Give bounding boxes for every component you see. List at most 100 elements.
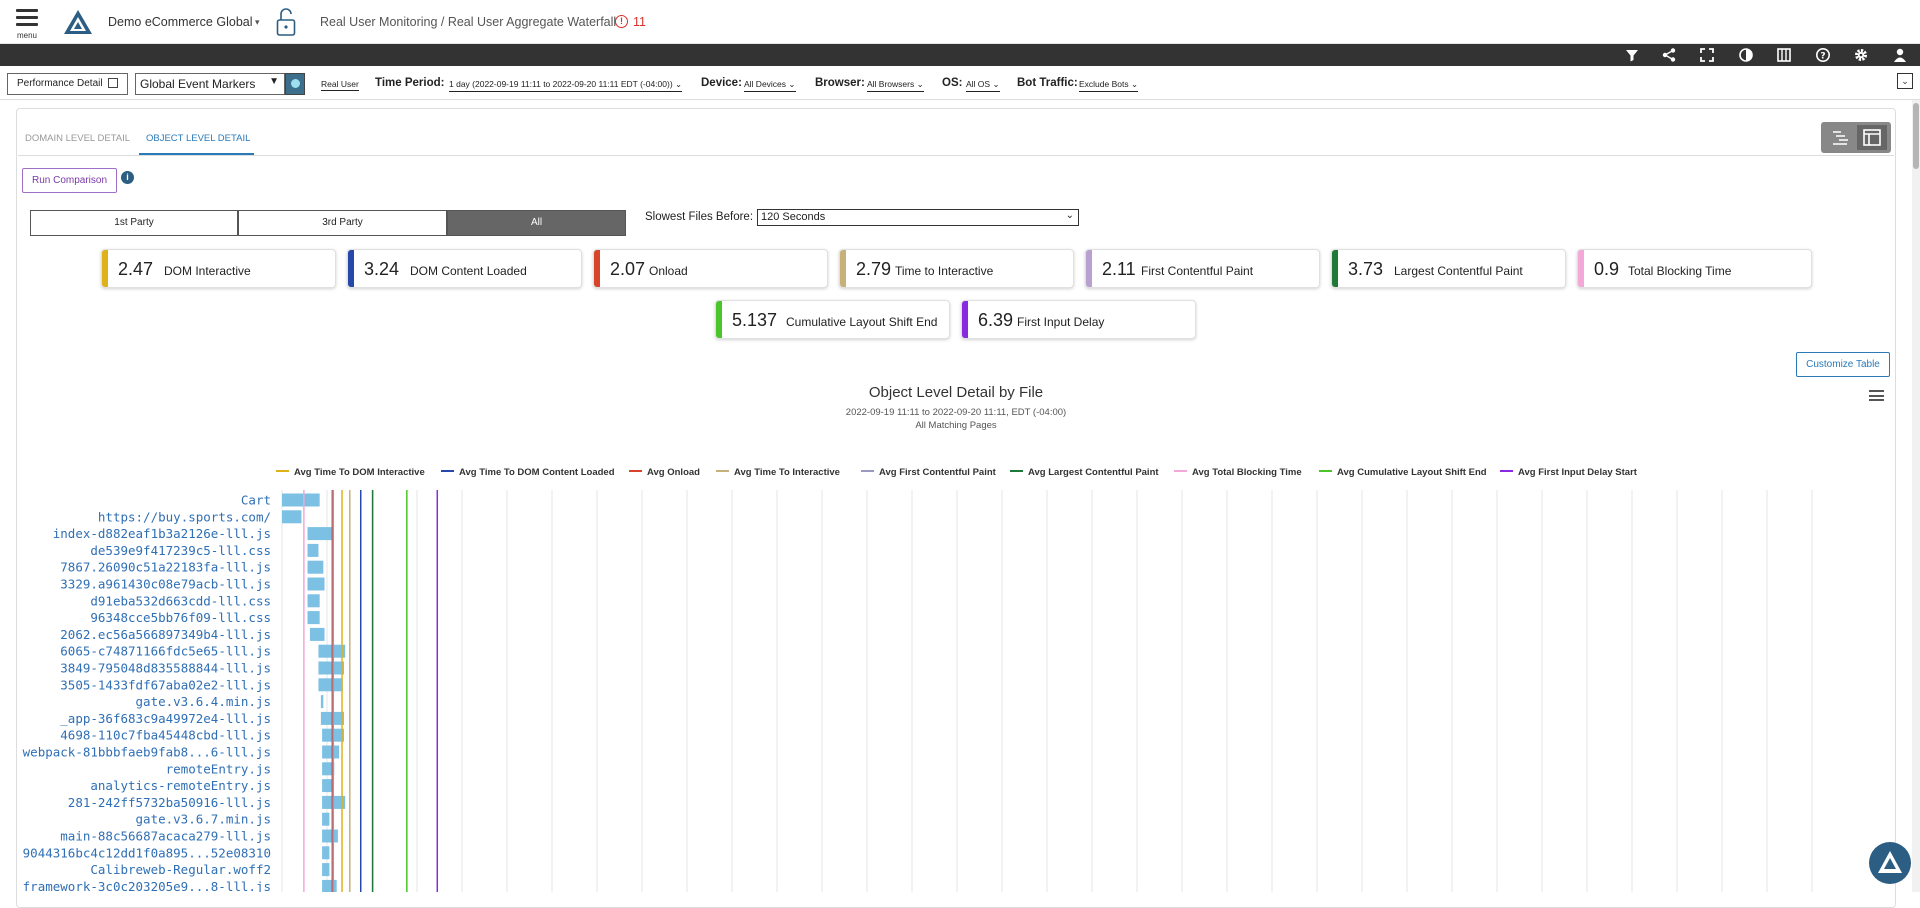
legend-label: Avg Cumulative Layout Shift End — [1337, 467, 1487, 478]
metric-card: 6.39 First Input Delay — [961, 300, 1196, 339]
collapse-filters-button[interactable]: ⌄ — [1897, 73, 1913, 89]
file-label[interactable]: framework-3c0c203205e9...8-lll.js — [23, 879, 271, 892]
file-label[interactable]: 281-242ff5732ba50916-lll.js — [68, 795, 271, 810]
file-bar[interactable] — [322, 745, 340, 759]
legend-swatch — [1500, 470, 1513, 473]
unlock-icon[interactable] — [276, 7, 296, 37]
first-party-button[interactable]: 1st Party — [30, 210, 238, 236]
file-bar[interactable] — [307, 577, 325, 591]
info-icon[interactable]: i — [121, 171, 134, 184]
help-icon[interactable]: ? — [1815, 47, 1831, 63]
file-label[interactable]: 9044316bc4c12dd1f0a895...52e08310 — [23, 845, 271, 860]
logo-icon — [64, 10, 92, 34]
file-bar[interactable] — [318, 661, 344, 675]
source-selector[interactable]: Real User — [321, 79, 359, 91]
map-pin-button[interactable] — [285, 73, 305, 95]
file-bar[interactable] — [322, 829, 338, 843]
help-chat-button[interactable] — [1869, 842, 1911, 884]
file-label[interactable]: 96348cce5bb76f09-lll.css — [90, 610, 271, 625]
run-comparison-button[interactable]: Run Comparison — [22, 168, 117, 193]
file-bar[interactable] — [318, 678, 343, 692]
os-label: OS: — [942, 77, 963, 89]
file-bar[interactable] — [307, 543, 319, 557]
file-bar[interactable] — [307, 611, 320, 625]
file-label[interactable]: remoteEntry.js — [166, 761, 271, 776]
scrollbar-thumb[interactable] — [1913, 103, 1919, 169]
tab-domain-level-detail[interactable]: DOMAIN LEVEL DETAIL — [25, 133, 130, 144]
file-label[interactable]: 6065-c74871166fdc5e65-lll.js — [60, 644, 271, 659]
page-scrollbar[interactable] — [1912, 100, 1920, 892]
file-label[interactable]: Cart — [241, 493, 271, 508]
file-label[interactable]: _app-36f683c9a49972e4-lll.js — [60, 711, 271, 726]
file-bar[interactable] — [309, 627, 325, 641]
slowest-files-select[interactable]: 120 Seconds ⌄ — [757, 209, 1079, 226]
share-icon[interactable] — [1661, 47, 1677, 63]
legend-item[interactable]: Avg Total Blocking Time — [1174, 467, 1302, 478]
file-bar[interactable] — [307, 594, 320, 608]
file-label[interactable]: gate.v3.6.4.min.js — [136, 694, 271, 709]
alert-icon[interactable]: ! — [615, 15, 628, 28]
all-party-button[interactable]: All — [447, 210, 626, 236]
waterfall-view-button[interactable] — [1825, 125, 1855, 150]
columns-icon[interactable] — [1776, 47, 1792, 63]
file-bar[interactable] — [322, 863, 330, 877]
file-label[interactable]: 7867.26090c51a22183fa-lll.js — [60, 560, 271, 575]
file-bar[interactable] — [322, 846, 330, 860]
file-bar[interactable] — [320, 695, 324, 709]
file-label[interactable]: gate.v3.6.7.min.js — [136, 812, 271, 827]
file-label[interactable]: d91eba532d663cdd-lll.css — [90, 593, 271, 608]
menu-button[interactable]: menu — [14, 6, 40, 40]
performance-detail-button[interactable]: Performance Detail — [7, 73, 128, 95]
file-label[interactable]: webpack-81bbbfaeb9fab8...6-lll.js — [23, 745, 271, 760]
file-bar[interactable] — [322, 879, 337, 892]
legend-swatch — [716, 470, 729, 473]
file-label[interactable]: Calibreweb-Regular.woff2 — [90, 862, 271, 877]
metric-value: 2.11 — [1102, 259, 1136, 279]
file-label[interactable]: analytics-remoteEntry.js — [90, 778, 271, 793]
file-label[interactable]: https://buy.sports.com/ — [98, 509, 271, 524]
alert-count[interactable]: 11 — [633, 15, 646, 29]
file-label[interactable]: 3849-795048d835588844-lll.js — [60, 661, 271, 676]
legend-item[interactable]: Avg Cumulative Layout Shift End — [1319, 467, 1487, 478]
fullscreen-icon[interactable] — [1699, 47, 1715, 63]
settings-icon[interactable] — [1853, 47, 1869, 63]
file-label[interactable]: 2062.ec56a566897349b4-lll.js — [60, 627, 271, 642]
chevron-down-icon[interactable]: ▾ — [255, 17, 260, 28]
file-bar[interactable] — [307, 560, 324, 574]
legend-item[interactable]: Avg Time To Interactive — [716, 467, 840, 478]
toolbar: ? — [0, 44, 1920, 66]
account-name[interactable]: Demo eCommerce Global — [108, 15, 253, 29]
file-bar[interactable] — [282, 493, 320, 507]
legend-item[interactable]: Avg First Input Delay Start — [1500, 467, 1637, 478]
contrast-icon[interactable] — [1738, 47, 1754, 63]
time-period-selector[interactable]: 1 day (2022-09-19 11:11 to 2022-09-20 11… — [449, 79, 683, 92]
file-bar[interactable] — [282, 510, 302, 524]
legend-item[interactable]: Avg Largest Contentful Paint — [1010, 467, 1159, 478]
logo-icon — [1878, 851, 1902, 873]
file-label[interactable]: 3329.a961430c08e79acb-lll.js — [60, 577, 271, 592]
file-label[interactable]: 3505-1433fdf67aba02e2-lll.js — [60, 677, 271, 692]
third-party-button[interactable]: 3rd Party — [238, 210, 447, 236]
bot-traffic-selector[interactable]: Exclude Bots ⌄ — [1079, 79, 1139, 92]
file-label[interactable]: index-d882eaf1b3a2126e-lll.js — [53, 526, 271, 541]
device-selector[interactable]: All Devices ⌄ — [744, 79, 796, 92]
file-bar[interactable] — [322, 779, 334, 793]
legend-item[interactable]: Avg First Contentful Paint — [861, 467, 996, 478]
customize-table-button[interactable]: Customize Table — [1796, 352, 1890, 377]
user-icon[interactable] — [1892, 47, 1908, 63]
file-bar[interactable] — [307, 527, 334, 541]
table-view-button[interactable] — [1857, 125, 1887, 150]
legend-item[interactable]: Avg Time To DOM Interactive — [276, 467, 425, 478]
file-label[interactable]: de539e9f417239c5-lll.css — [90, 543, 271, 558]
event-markers-select[interactable]: Global Event Markers ▼ — [135, 73, 285, 95]
os-selector[interactable]: All OS ⌄ — [966, 79, 1000, 92]
filter-icon[interactable] — [1624, 47, 1640, 63]
file-label[interactable]: main-88c56687acaca279-lll.js — [60, 829, 271, 844]
legend-item[interactable]: Avg Time To DOM Content Loaded — [441, 467, 615, 478]
browser-selector[interactable]: All Browsers ⌄ — [867, 79, 924, 92]
event-markers-value: Global Event Markers — [140, 77, 256, 91]
file-label[interactable]: 4698-110c7fba45448cbd-lll.js — [60, 728, 271, 743]
legend-item[interactable]: Avg Onload — [629, 467, 700, 478]
file-bar[interactable] — [322, 812, 330, 826]
tab-object-level-detail[interactable]: OBJECT LEVEL DETAIL — [146, 133, 250, 144]
